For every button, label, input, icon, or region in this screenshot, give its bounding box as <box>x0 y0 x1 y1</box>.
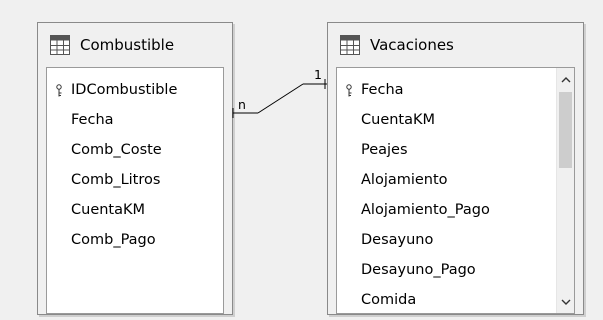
field-row[interactable]: Alojamiento <box>337 165 490 195</box>
field-name: Fecha <box>361 81 404 98</box>
field-name: Comb_Pago <box>71 231 156 248</box>
field-list-vacaciones[interactable]: Fecha CuentaKM Peajes Alojamiento Alojam… <box>336 67 575 314</box>
field-list-combustible[interactable]: IDCombustible Fecha Comb_Coste Comb_Litr… <box>46 67 224 314</box>
scrollbar-thumb[interactable] <box>559 92 572 168</box>
field-row[interactable]: IDCombustible <box>47 75 177 105</box>
relationship-cardinality-one: 1 <box>314 67 322 82</box>
field-row[interactable]: Comb_Litros <box>47 165 177 195</box>
relationship-cardinality-many: n <box>238 97 246 112</box>
field-row[interactable]: Peajes <box>337 135 490 165</box>
field-row[interactable]: CuentaKM <box>47 195 177 225</box>
field-name: Desayuno <box>361 231 434 248</box>
field-row[interactable]: Comb_Coste <box>47 135 177 165</box>
field-name: Comb_Litros <box>71 171 161 188</box>
field-row[interactable]: Desayuno <box>337 225 490 255</box>
field-name: CuentaKM <box>361 111 436 128</box>
field-row[interactable]: Alojamiento_Pago <box>337 195 490 225</box>
key-icon <box>337 83 361 97</box>
chevron-up-icon[interactable] <box>557 70 574 88</box>
field-row[interactable]: Comb_Pago <box>47 225 177 255</box>
table-grid-icon <box>50 34 70 55</box>
field-name: CuentaKM <box>71 201 146 218</box>
table-header-vacaciones[interactable]: Vacaciones <box>328 23 583 66</box>
table-grid-icon <box>340 34 360 55</box>
field-row[interactable]: CuentaKM <box>337 105 490 135</box>
table-window-vacaciones[interactable]: Vacaciones Fecha CuentaKM Peajes Alojami… <box>327 22 584 315</box>
field-name: Alojamiento_Pago <box>361 201 490 218</box>
field-row[interactable]: Fecha <box>337 75 490 105</box>
field-name: Comida <box>361 291 417 308</box>
field-row[interactable]: Fecha <box>47 105 177 135</box>
table-window-combustible[interactable]: Combustible IDCombustible Fecha Comb_Cos… <box>37 22 233 315</box>
table-title: Combustible <box>80 35 175 54</box>
chevron-down-icon[interactable] <box>557 293 574 311</box>
field-name: Peajes <box>361 141 408 158</box>
table-title: Vacaciones <box>370 35 454 54</box>
field-name: Desayuno_Pago <box>361 261 476 278</box>
key-icon <box>47 83 71 97</box>
field-name: IDCombustible <box>71 81 178 98</box>
field-name: Fecha <box>71 111 114 128</box>
table-header-combustible[interactable]: Combustible <box>38 23 232 66</box>
field-row[interactable]: Comida <box>337 285 490 315</box>
relations-design-canvas[interactable]: Combustible IDCombustible Fecha Comb_Cos… <box>0 0 603 320</box>
field-name: Alojamiento <box>361 171 448 188</box>
field-row[interactable]: Desayuno_Pago <box>337 255 490 285</box>
field-name: Comb_Coste <box>71 141 162 158</box>
vertical-scrollbar[interactable] <box>556 68 574 313</box>
